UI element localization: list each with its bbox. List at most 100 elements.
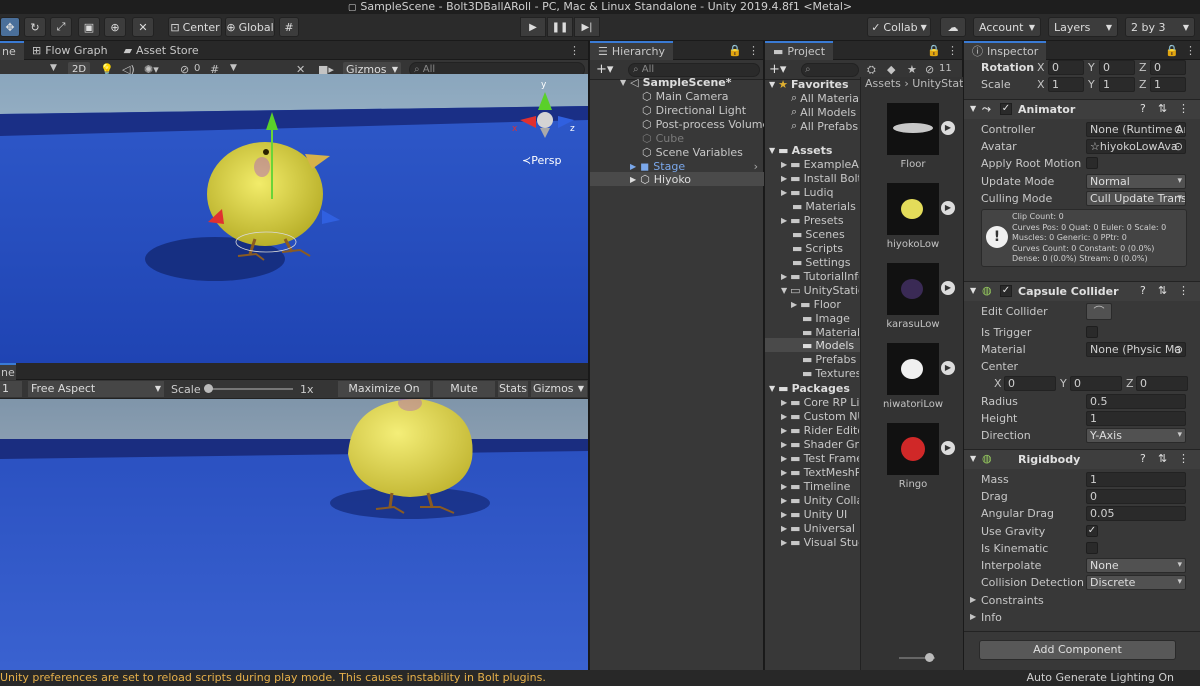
- assets-header[interactable]: ▼ ▬ Assets: [769, 143, 832, 157]
- constraints-foldout[interactable]: Constraints: [981, 594, 1044, 607]
- step-button[interactable]: ▶|: [574, 17, 600, 37]
- asset-folder[interactable]: ▬ Settings: [792, 255, 859, 269]
- package-item[interactable]: ▶ ▬ Unity Colla: [781, 493, 859, 507]
- animator-header[interactable]: ▼ ⤳ ✓ Animator ? ⇅ ⋮: [964, 99, 1200, 119]
- rotation-x-field[interactable]: 0: [1048, 60, 1084, 75]
- lock-icon[interactable]: 🔒: [728, 44, 748, 57]
- layers-dropdown[interactable]: Layers ▼: [1048, 17, 1118, 37]
- scale-z-field[interactable]: 1: [1150, 77, 1186, 92]
- chevron-down-icon[interactable]: ▼: [230, 63, 237, 73]
- transform-tool-button[interactable]: ⊕: [104, 17, 126, 37]
- asset-thumb-ringo[interactable]: [887, 423, 939, 475]
- scene-viewport[interactable]: x z y ≺Persp: [0, 74, 588, 363]
- preset-icon[interactable]: ⇅: [1158, 284, 1167, 297]
- tab-hierarchy[interactable]: ☰ Hierarchy: [590, 40, 674, 60]
- filter-label-icon[interactable]: ◆: [887, 63, 895, 76]
- drag-field[interactable]: 0: [1086, 489, 1186, 504]
- center-y-field[interactable]: 0: [1070, 376, 1122, 391]
- center-z-field[interactable]: 0: [1136, 376, 1188, 391]
- animator-enabled-checkbox[interactable]: ✓: [1000, 103, 1012, 115]
- asset-thumb-karasu[interactable]: [887, 263, 939, 315]
- direction-dropdown[interactable]: Y-Axis: [1086, 428, 1186, 443]
- asset-folder[interactable]: ▶ ▬ Ludiq: [781, 185, 859, 199]
- asset-subfolder[interactable]: ▬ Textures: [802, 366, 859, 380]
- game-gizmos-dropdown[interactable]: Gizmos ▼: [531, 381, 587, 397]
- account-dropdown[interactable]: Account ▼: [973, 17, 1041, 37]
- scale-x-field[interactable]: 1: [1048, 77, 1084, 92]
- tab-scene[interactable]: ne: [0, 40, 24, 60]
- play-preview-icon[interactable]: ▶: [941, 121, 955, 135]
- apply-root-motion-checkbox[interactable]: [1086, 157, 1098, 169]
- favorite-item[interactable]: ⌕ All Models: [791, 105, 859, 119]
- hierarchy-item[interactable]: ⬡ Scene Variables: [642, 145, 743, 159]
- height-field[interactable]: 1: [1086, 411, 1186, 426]
- custom-tool-button[interactable]: ✕: [132, 17, 154, 37]
- draw-mode-chevron-icon[interactable]: ▼: [50, 63, 57, 73]
- asset-subfolder[interactable]: ▬ Models: [802, 338, 859, 352]
- create-plus-icon[interactable]: +▾: [596, 62, 613, 77]
- package-item[interactable]: ▶ ▬ Visual Stud: [781, 535, 859, 549]
- hierarchy-item[interactable]: ▶ ⬡ Hiyoko: [630, 172, 691, 186]
- package-item[interactable]: ▶▬Core RP Lib: [781, 395, 859, 409]
- scene-root-item[interactable]: ▼ ◁ SampleScene*: [620, 75, 731, 89]
- component-menu-icon[interactable]: ⋮: [1178, 284, 1189, 297]
- hierarchy-item[interactable]: ⬡ Main Camera: [642, 89, 729, 103]
- package-item[interactable]: ▶▬Custom NU: [781, 409, 859, 423]
- scale-y-field[interactable]: 1: [1099, 77, 1135, 92]
- mass-field[interactable]: 1: [1086, 472, 1186, 487]
- asset-thumb-hiyoko[interactable]: [887, 183, 939, 235]
- scale-slider-handle[interactable]: [204, 384, 213, 393]
- capsule-collider-header[interactable]: ▼ ◍ ✓ Capsule Collider ? ⇅ ⋮: [964, 281, 1200, 301]
- package-item[interactable]: ▶▬Shader Gra: [781, 437, 859, 451]
- scale-tool-button[interactable]: ⤢: [50, 17, 72, 37]
- package-item[interactable]: ▶ ▬ TextMeshP: [781, 465, 859, 479]
- collider-material-field[interactable]: None (Physic Ma ⊙: [1086, 342, 1186, 357]
- controller-field[interactable]: None (Runtime An ⊙: [1086, 122, 1186, 137]
- asset-subfolder[interactable]: ▬ Prefabs: [802, 352, 859, 366]
- move-tool-button[interactable]: ✥: [0, 17, 20, 37]
- panel-menu-icon[interactable]: ⋮: [748, 44, 763, 57]
- layout-dropdown[interactable]: 2 by 3 ▼: [1125, 17, 1195, 37]
- filter-type-icon[interactable]: ⛭: [867, 63, 876, 77]
- hierarchy-item[interactable]: ⬡ Post-process Volume: [642, 117, 769, 131]
- play-preview-icon[interactable]: ▶: [941, 441, 955, 455]
- angular-drag-field[interactable]: 0.05: [1086, 506, 1186, 521]
- play-preview-icon[interactable]: ▶: [941, 361, 955, 375]
- chevron-down-icon[interactable]: ▼: [970, 454, 976, 463]
- rigidbody-header[interactable]: ▼ ◍ Rigidbody ? ⇅ ⋮: [964, 449, 1200, 469]
- culling-mode-dropdown[interactable]: Cull Update Trans: [1086, 191, 1186, 206]
- object-picker-icon[interactable]: ⊙: [1174, 343, 1183, 356]
- auto-lighting-status[interactable]: Auto Generate Lighting On: [1027, 670, 1175, 686]
- capsule-enabled-checkbox[interactable]: ✓: [1000, 285, 1012, 297]
- asset-folder[interactable]: ▶ ▬ ExampleAs: [781, 157, 859, 171]
- hierarchy-item[interactable]: ▶ ◼ Stage ›: [630, 159, 760, 173]
- game-viewport[interactable]: [0, 399, 588, 670]
- chevron-right-icon[interactable]: ▶: [970, 595, 976, 604]
- packages-header[interactable]: ▼ ▬ Packages: [769, 381, 850, 395]
- avatar-field[interactable]: ☆hiyokoLowAva ⊙: [1086, 139, 1186, 154]
- help-icon[interactable]: ?: [1140, 452, 1146, 465]
- collision-detection-dropdown[interactable]: Discrete: [1086, 575, 1186, 590]
- package-item[interactable]: ▶ ▬ Unity UI: [781, 507, 859, 521]
- tab-project[interactable]: ▬ Project: [765, 40, 834, 60]
- asset-subfolder[interactable]: ▬ Material: [802, 325, 859, 339]
- cloud-button[interactable]: ☁: [940, 17, 966, 37]
- rotation-z-field[interactable]: 0: [1150, 60, 1186, 75]
- lock-icon[interactable]: 🔒: [927, 44, 947, 57]
- create-plus-icon[interactable]: +▾: [769, 62, 786, 77]
- edit-collider-button[interactable]: ⌒: [1086, 303, 1112, 320]
- asset-folder[interactable]: ▶ ▬ Presets: [781, 213, 859, 227]
- stats-toggle[interactable]: Stats: [498, 381, 528, 397]
- tab-inspector[interactable]: ⓘ Inspector: [964, 41, 1047, 60]
- is-trigger-checkbox[interactable]: [1086, 326, 1098, 338]
- center-x-field[interactable]: 0: [1004, 376, 1056, 391]
- package-item[interactable]: ▶▬Universal R: [781, 521, 859, 535]
- status-warning[interactable]: Unity preferences are set to reload scri…: [0, 670, 546, 686]
- chevron-down-icon[interactable]: ▼: [970, 104, 976, 113]
- component-menu-icon[interactable]: ⋮: [1178, 452, 1189, 465]
- preset-icon[interactable]: ⇅: [1158, 102, 1167, 115]
- scale-slider[interactable]: [205, 388, 293, 390]
- favorite-item[interactable]: ⌕All Materials: [791, 91, 859, 105]
- hierarchy-item[interactable]: ⬡ Directional Light: [642, 103, 746, 117]
- radius-field[interactable]: 0.5: [1086, 394, 1186, 409]
